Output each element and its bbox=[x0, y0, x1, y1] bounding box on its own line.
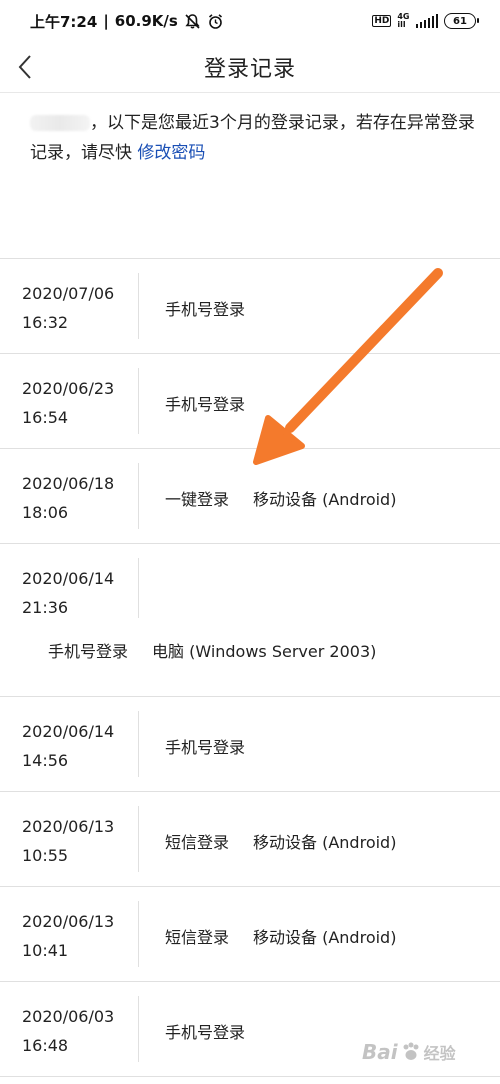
record-datetime: 2020/06/14 14:56 bbox=[22, 722, 115, 770]
network-speed: 60.9K/s bbox=[114, 12, 178, 30]
login-method: 手机号登录 bbox=[165, 1023, 246, 1042]
paw-icon bbox=[403, 1042, 419, 1060]
watermark-suffix: 经验 bbox=[423, 1044, 456, 1063]
masked-username bbox=[30, 115, 90, 131]
record-info: 手机号登录 bbox=[165, 734, 245, 758]
battery-level: 61 bbox=[453, 15, 467, 27]
column-divider bbox=[138, 996, 139, 1062]
login-device: 移动设备 (Android) bbox=[253, 833, 397, 852]
table-row: 2020/07/06 16:32 手机号登录 bbox=[0, 259, 500, 354]
table-row: 2020/06/23 16:54 手机号登录 bbox=[0, 354, 500, 449]
record-info: 手机号登录 bbox=[165, 296, 245, 320]
record-datetime: 2020/06/18 18:06 bbox=[22, 474, 115, 522]
login-method: 手机号登录 bbox=[48, 642, 129, 661]
table-row: 2020/06/13 10:55 短信登录 移动设备 (Android) bbox=[0, 792, 500, 887]
record-datetime: 2020/06/14 21:36 bbox=[22, 569, 115, 617]
column-divider bbox=[138, 558, 139, 618]
column-divider bbox=[138, 806, 139, 872]
login-method: 短信登录 bbox=[165, 833, 230, 852]
record-datetime: 2020/07/06 16:32 bbox=[22, 284, 115, 332]
login-device: 移动设备 (Android) bbox=[253, 490, 397, 509]
column-divider bbox=[138, 901, 139, 967]
login-method: 一键登录 bbox=[165, 490, 230, 509]
record-info: 短信登录 移动设备 (Android) bbox=[165, 829, 396, 853]
alarm-clock-icon bbox=[208, 13, 222, 29]
login-method: 手机号登录 bbox=[165, 300, 246, 319]
status-time: 上午7:24 bbox=[30, 12, 98, 31]
column-divider bbox=[138, 273, 139, 339]
nav-header: 登录记录 bbox=[0, 42, 500, 93]
login-device: 移动设备 (Android) bbox=[253, 928, 397, 947]
table-row: 2020/06/13 10:41 短信登录 移动设备 (Android) bbox=[0, 887, 500, 982]
login-method: 手机号登录 bbox=[165, 395, 246, 414]
record-datetime: 2020/06/13 10:41 bbox=[22, 912, 115, 960]
login-method: 手机号登录 bbox=[165, 738, 246, 757]
table-row: 2020/06/18 18:06 一键登录 移动设备 (Android) bbox=[0, 449, 500, 544]
login-records-page: 上午7:24 | 60.9K/s HD 4G ill 61 登录记录 ，以下是您… bbox=[0, 0, 500, 1084]
hd-badge: HD bbox=[372, 15, 392, 27]
intro-text: ，以下是您最近3个月的登录记录，若存在异常登录记录，请尽快 修改密码 bbox=[30, 113, 475, 163]
record-info: 手机号登录 电脑 (Windows Server 2003) bbox=[48, 638, 376, 662]
login-device: 电脑 (Windows Server 2003) bbox=[152, 642, 377, 661]
record-datetime: 2020/06/03 16:48 bbox=[22, 1007, 115, 1055]
battery-icon: 61 bbox=[444, 13, 479, 29]
login-method: 短信登录 bbox=[165, 928, 230, 947]
record-info: 手机号登录 bbox=[165, 391, 245, 415]
watermark-text: Bai bbox=[362, 1040, 398, 1064]
column-divider bbox=[138, 463, 139, 529]
login-record-list: 2020/07/06 16:32 手机号登录 2020/06/23 16:54 … bbox=[0, 258, 500, 1077]
record-datetime: 2020/06/13 10:55 bbox=[22, 817, 115, 865]
network-type: 4G ill bbox=[397, 12, 410, 29]
column-divider bbox=[138, 368, 139, 434]
table-row: 2020/06/14 21:36 手机号登录 电脑 (Windows Serve… bbox=[0, 544, 500, 697]
status-bar: 上午7:24 | 60.9K/s HD 4G ill 61 bbox=[0, 0, 500, 42]
column-divider bbox=[138, 711, 139, 777]
baidu-watermark: Bai 经验 bbox=[362, 1030, 482, 1074]
signal-icon bbox=[415, 14, 438, 28]
record-info: 手机号登录 bbox=[165, 1019, 245, 1043]
change-password-link[interactable]: 修改密码 bbox=[137, 143, 205, 163]
record-info: 一键登录 移动设备 (Android) bbox=[165, 486, 396, 510]
page-title: 登录记录 bbox=[203, 57, 296, 82]
chevron-left-icon bbox=[18, 55, 31, 79]
record-info: 短信登录 移动设备 (Android) bbox=[165, 924, 396, 948]
record-datetime: 2020/06/23 16:54 bbox=[22, 379, 115, 427]
table-row: 2020/06/14 14:56 手机号登录 bbox=[0, 697, 500, 792]
mute-bell-icon bbox=[185, 13, 200, 29]
back-button[interactable] bbox=[14, 50, 42, 84]
